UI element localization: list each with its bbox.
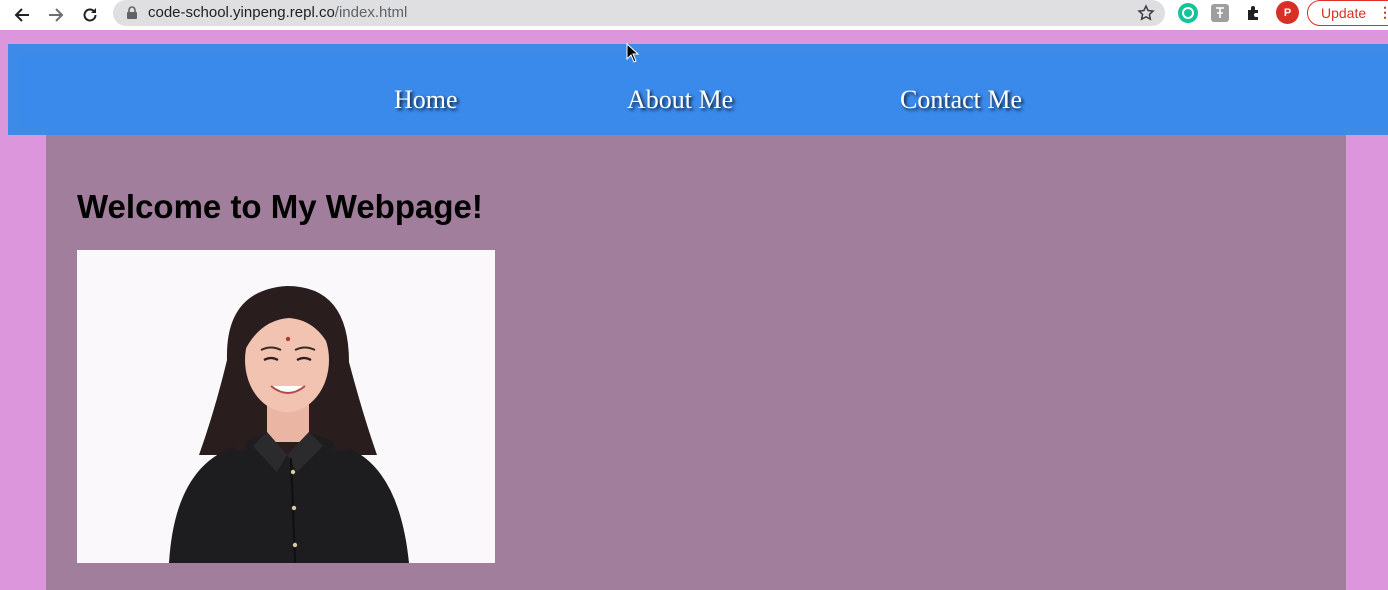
profile-avatar-icon[interactable]: P bbox=[1276, 1, 1299, 24]
site-navbar-inner: Home About Me Contact Me bbox=[18, 54, 1388, 127]
reload-icon[interactable] bbox=[79, 4, 101, 26]
mouse-cursor-icon bbox=[626, 43, 640, 63]
profile-photo bbox=[77, 250, 495, 563]
more-menu-icon[interactable]: ⋮ bbox=[1378, 4, 1388, 20]
forward-arrow-icon[interactable] bbox=[45, 4, 67, 26]
profile-initial: P bbox=[1283, 6, 1292, 19]
url-path: /index.html bbox=[334, 4, 408, 21]
nav-link-about-me[interactable]: About Me bbox=[627, 85, 733, 115]
site-navbar: Home About Me Contact Me bbox=[8, 44, 1388, 135]
translate-extension-icon[interactable] bbox=[1211, 4, 1229, 22]
back-arrow-icon[interactable] bbox=[11, 4, 33, 26]
update-button[interactable]: Update bbox=[1307, 0, 1388, 26]
url-text[interactable]: code-school.yinpeng.repl.co/index.html bbox=[148, 4, 407, 22]
address-bar[interactable]: code-school.yinpeng.repl.co/index.html bbox=[113, 0, 1165, 26]
grammarly-icon[interactable] bbox=[1178, 3, 1198, 23]
bookmark-star-icon[interactable] bbox=[1137, 4, 1155, 22]
main-content: Welcome to My Webpage! bbox=[46, 135, 1346, 590]
nav-link-contact-me[interactable]: Contact Me bbox=[900, 85, 1022, 115]
extensions-puzzle-icon[interactable] bbox=[1244, 3, 1264, 23]
url-host: code-school.yinpeng.repl.co bbox=[148, 4, 335, 21]
page-heading: Welcome to My Webpage! bbox=[77, 188, 483, 225]
update-button-label: Update bbox=[1321, 5, 1367, 21]
browser-toolbar: code-school.yinpeng.repl.co/index.html P… bbox=[0, 0, 1388, 30]
nav-link-home[interactable]: Home bbox=[394, 85, 458, 115]
lock-icon[interactable] bbox=[125, 6, 139, 20]
